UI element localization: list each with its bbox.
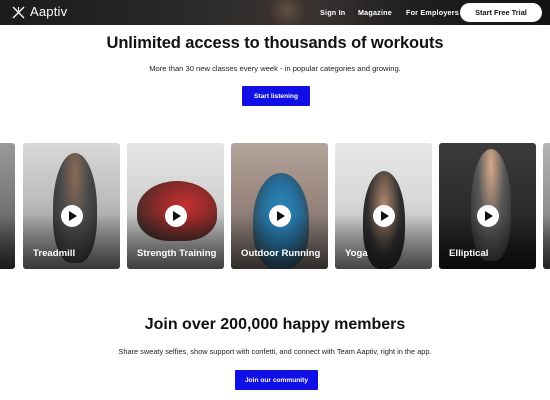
play-icon[interactable] bbox=[476, 205, 499, 227]
card-shade bbox=[0, 214, 15, 269]
carousel-card-strength-training[interactable]: Strength Training bbox=[127, 143, 224, 269]
hero-subtitle: More than 30 new classes every week - in… bbox=[149, 64, 401, 73]
play-icon[interactable] bbox=[268, 205, 291, 227]
carousel-card-partial-left[interactable] bbox=[0, 143, 15, 269]
nav-sign-in-link[interactable]: Sign In bbox=[320, 8, 345, 17]
carousel-card-elliptical[interactable]: Elliptical bbox=[439, 143, 536, 269]
card-label-elliptical: Elliptical bbox=[449, 248, 489, 259]
play-icon[interactable] bbox=[60, 205, 83, 227]
card-label-yoga: Yoga bbox=[345, 248, 368, 259]
start-free-trial-button[interactable]: Start Free Trial bbox=[460, 3, 542, 22]
workout-category-carousel: Treadmill Strength Training Outdoor Runn… bbox=[0, 143, 550, 269]
community-title: Join over 200,000 happy members bbox=[144, 316, 406, 333]
card-shade bbox=[543, 214, 550, 269]
carousel-card-treadmill[interactable]: Treadmill bbox=[23, 143, 120, 269]
carousel-card-yoga[interactable]: Yoga bbox=[335, 143, 432, 269]
brand-logo[interactable]: Aaptiv bbox=[12, 5, 67, 19]
play-triangle bbox=[172, 211, 181, 221]
card-label-strength-training: Strength Training bbox=[137, 248, 217, 259]
carousel-card-outdoor-running[interactable]: Outdoor Running bbox=[231, 143, 328, 269]
aaptiv-logo-icon bbox=[12, 6, 25, 19]
site-header: Aaptiv Sign In Magazine For Employers St… bbox=[0, 0, 550, 25]
header-background-photo bbox=[262, 0, 312, 25]
join-community-button[interactable]: Join our community bbox=[235, 370, 318, 390]
play-triangle bbox=[380, 211, 389, 221]
brand-name: Aaptiv bbox=[30, 4, 68, 19]
play-triangle bbox=[68, 211, 77, 221]
card-label-outdoor-running: Outdoor Running bbox=[241, 248, 321, 259]
nav-for-employers-link[interactable]: For Employers bbox=[406, 8, 459, 17]
play-triangle bbox=[484, 211, 493, 221]
play-icon[interactable] bbox=[372, 205, 395, 227]
community-subtitle: Share sweaty selfies, show support with … bbox=[118, 347, 432, 356]
hero-title: Unlimited access to thousands of workout… bbox=[106, 34, 444, 52]
play-icon[interactable] bbox=[164, 205, 187, 227]
nav-magazine-link[interactable]: Magazine bbox=[358, 8, 392, 17]
carousel-card-partial-right[interactable] bbox=[543, 143, 550, 269]
start-listening-button[interactable]: Start listening bbox=[242, 86, 310, 106]
play-triangle bbox=[276, 211, 285, 221]
card-label-treadmill: Treadmill bbox=[33, 248, 76, 259]
